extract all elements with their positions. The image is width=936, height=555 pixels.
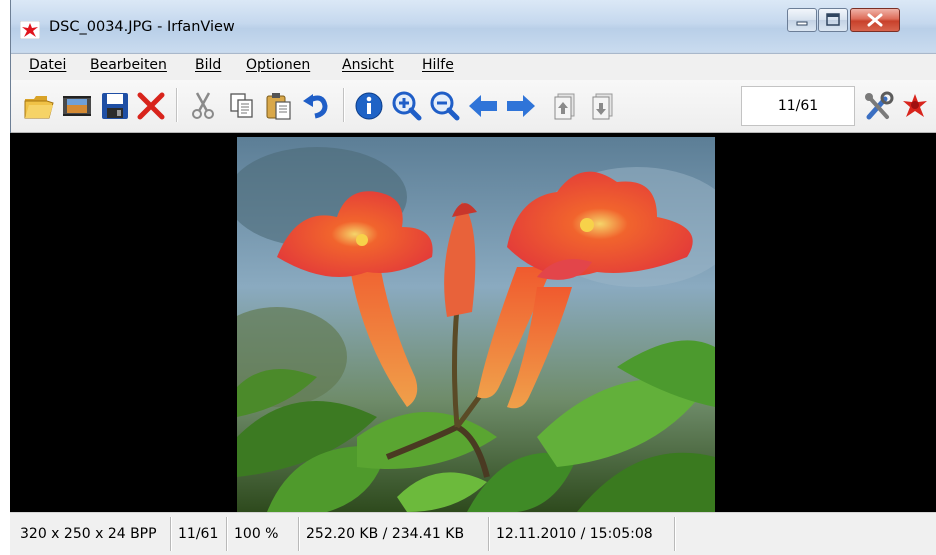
zoom-in-button[interactable] (389, 88, 425, 124)
last-page-button[interactable] (585, 88, 621, 124)
toolbar-separator (176, 88, 178, 122)
open-button[interactable] (21, 88, 57, 124)
next-button[interactable] (503, 88, 539, 124)
copy-button[interactable] (223, 88, 259, 124)
menu-bearbeiten[interactable]: Bearbeiten (90, 57, 167, 73)
status-separator (226, 517, 228, 551)
menu-optionen[interactable]: Optionen (246, 57, 310, 73)
first-page-button[interactable] (547, 88, 583, 124)
menu-bild[interactable]: Bild (195, 57, 221, 73)
toolbar: 11/61 (11, 80, 936, 133)
save-icon (102, 93, 128, 119)
status-bar: 320 x 250 x 24 BPP 11/61 100 % 252.20 KB… (10, 512, 936, 555)
save-button[interactable] (97, 88, 133, 124)
menu-bar: Datei Bearbeiten Bild Optionen Ansicht H… (11, 53, 936, 81)
cut-icon (192, 92, 214, 119)
minimize-button[interactable] (787, 8, 817, 32)
paste-button[interactable] (261, 88, 297, 124)
undo-button[interactable] (299, 88, 335, 124)
close-button[interactable] (850, 8, 900, 32)
status-index: 11/61 (178, 526, 219, 542)
title-bar[interactable]: DSC_0034.JPG - IrfanView (11, 0, 936, 52)
slideshow-icon (63, 96, 91, 116)
zoom-out-button[interactable] (427, 88, 463, 124)
menu-datei[interactable]: Datei (29, 57, 66, 73)
irfanview-icon (903, 94, 927, 117)
menu-hilfe[interactable]: Hilfe (422, 57, 454, 73)
first-page-icon (554, 93, 575, 120)
status-separator (298, 517, 300, 551)
zoom-in-icon (392, 91, 422, 121)
about-button[interactable] (899, 88, 929, 124)
page-indicator[interactable]: 11/61 (741, 86, 855, 126)
minimize-icon (796, 21, 808, 26)
maximize-button[interactable] (818, 8, 848, 32)
close-icon (867, 13, 883, 27)
zoom-out-icon (430, 91, 460, 121)
status-datetime: 12.11.2010 / 15:05:08 (496, 526, 653, 542)
info-icon (355, 92, 383, 120)
open-folder-icon (24, 96, 54, 119)
settings-button[interactable] (861, 88, 897, 124)
status-separator (488, 517, 490, 551)
status-separator (674, 517, 676, 551)
status-dimensions: 320 x 250 x 24 BPP (20, 526, 157, 542)
paste-icon (266, 93, 291, 120)
settings-icon (865, 91, 894, 120)
window-title: DSC_0034.JPG - IrfanView (49, 19, 235, 35)
previous-icon (469, 95, 497, 117)
delete-icon (137, 92, 165, 120)
delete-button[interactable] (133, 88, 169, 124)
status-zoom: 100 % (234, 526, 279, 542)
status-filesize: 252.20 KB / 234.41 KB (306, 526, 465, 542)
undo-icon (303, 94, 328, 119)
toolbar-separator (343, 88, 345, 122)
copy-icon (230, 93, 253, 118)
previous-button[interactable] (465, 88, 501, 124)
slideshow-button[interactable] (59, 88, 95, 124)
status-separator (170, 517, 172, 551)
next-icon (507, 95, 535, 117)
maximize-icon (826, 13, 840, 26)
irfanview-app-icon[interactable] (20, 21, 40, 39)
cut-button[interactable] (185, 88, 221, 124)
menu-ansicht[interactable]: Ansicht (342, 57, 394, 73)
image-viewer[interactable] (10, 133, 936, 512)
info-button[interactable] (351, 88, 387, 124)
last-page-icon (592, 93, 613, 120)
flower-photo (237, 137, 715, 512)
